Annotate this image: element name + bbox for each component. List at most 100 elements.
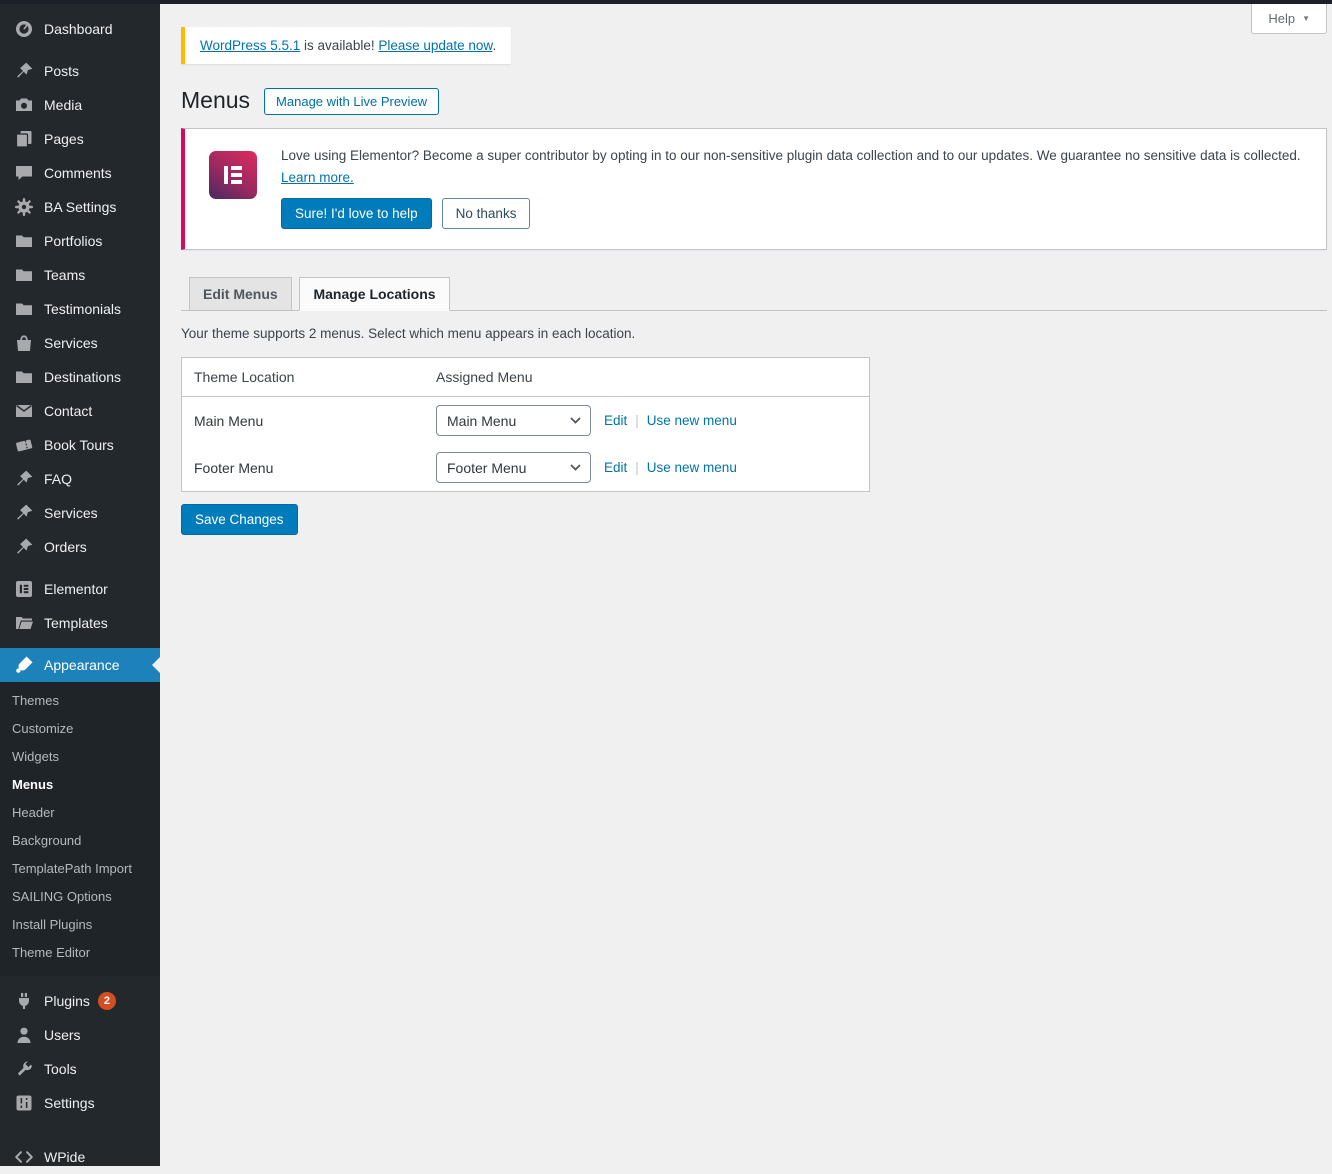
sidebar-item-label: FAQ [44, 471, 72, 487]
sidebar-item-label: Services [44, 505, 98, 521]
theme-location-label: Footer Menu [194, 460, 436, 476]
menu-locations-table: Theme Location Assigned Menu Main MenuMa… [181, 357, 870, 492]
sidebar-item-label: Tools [44, 1061, 77, 1077]
sidebar-item-label: Contact [44, 403, 92, 419]
assigned-menu-select[interactable]: Main Menu [436, 405, 591, 436]
help-label: Help [1268, 11, 1295, 26]
pushpin-icon [14, 61, 34, 81]
admin-bar-remnant [0, 0, 1332, 4]
assigned-menu-select[interactable]: Footer Menu [436, 452, 591, 483]
sidebar-item-elementor[interactable]: Elementor [0, 572, 160, 606]
sidebar-item-label: Plugins [44, 993, 90, 1009]
wordpress-version-link[interactable]: WordPress 5.5.1 [200, 38, 300, 53]
sidebar-item-label: Services [44, 335, 98, 351]
plug-icon [14, 991, 34, 1011]
sidebar-item-label: Book Tours [44, 437, 114, 453]
link-separator: | [635, 413, 639, 428]
sidebar-item-wpide[interactable]: WPide [0, 1140, 160, 1174]
learn-more-link[interactable]: Learn more. [281, 170, 354, 185]
locations-description: Your theme supports 2 menus. Select whic… [181, 326, 1327, 341]
help-menu-toggle[interactable]: Help ▼ [1251, 4, 1327, 34]
camera-icon [14, 95, 34, 115]
sidebar-item-posts[interactable]: Posts [0, 54, 160, 88]
sidebar-item-portfolios[interactable]: Portfolios [0, 224, 160, 258]
sidebar-item-label: Users [44, 1027, 81, 1043]
sidebar-item-label: Elementor [44, 581, 108, 597]
submenu-item-templatepath-import[interactable]: TemplatePath Import [0, 855, 160, 883]
folder-icon [14, 299, 34, 319]
sidebar-item-plugins[interactable]: Plugins2 [0, 984, 160, 1018]
submenu-item-header[interactable]: Header [0, 799, 160, 827]
location-row-footer-menu: Footer Menu Footer Menu Edit | Use new menu [182, 444, 869, 491]
sidebar-item-templates[interactable]: Templates [0, 606, 160, 640]
sidebar-item-label: Testimonials [44, 301, 121, 317]
sidebar-item-users[interactable]: Users [0, 1018, 160, 1052]
chevron-down-icon: ▼ [1302, 14, 1310, 23]
submenu-item-menus[interactable]: Menus [0, 771, 160, 799]
templates-icon [14, 613, 34, 633]
sidebar-item-book-tours[interactable]: Book Tours [0, 428, 160, 462]
link-separator: | [635, 460, 639, 475]
use-new-menu-link[interactable]: Use new menu [647, 413, 737, 428]
sidebar-item-label: Comments [44, 165, 112, 181]
sidebar-item-label: Pages [44, 131, 84, 147]
submenu-item-themes[interactable]: Themes [0, 687, 160, 715]
sidebar-item-ba-settings[interactable]: BA Settings [0, 190, 160, 224]
sidebar-item-label: WPide [44, 1149, 85, 1165]
tab-manage-locations[interactable]: Manage Locations [299, 277, 449, 311]
sidebar-item-testimonials[interactable]: Testimonials [0, 292, 160, 326]
sidebar-item-faq[interactable]: FAQ [0, 462, 160, 496]
folder-icon [14, 231, 34, 251]
submenu-item-install-plugins[interactable]: Install Plugins [0, 911, 160, 939]
pushpin-icon [14, 469, 34, 489]
sidebar-item-dashboard[interactable]: Dashboard [0, 12, 160, 46]
use-new-menu-link[interactable]: Use new menu [647, 460, 737, 475]
sidebar-item-label: Orders [44, 539, 87, 555]
select-chevron-icon [570, 464, 581, 471]
table-body: Main MenuMain MenuEdit|Use new menuFoote… [182, 397, 869, 491]
sidebar-item-pages[interactable]: Pages [0, 122, 160, 156]
ticket-icon [14, 435, 34, 455]
sidebar-item-label: BA Settings [44, 199, 116, 215]
elementor-decline-button[interactable]: No thanks [442, 198, 531, 229]
submenu-item-widgets[interactable]: Widgets [0, 743, 160, 771]
selected-menu-value: Main Menu [447, 413, 516, 429]
sidebar-item-label: Destinations [44, 369, 121, 385]
manage-with-live-preview-button[interactable]: Manage with Live Preview [264, 88, 439, 115]
sidebar-item-destinations[interactable]: Destinations [0, 360, 160, 394]
email-icon [14, 401, 34, 421]
sidebar-item-orders[interactable]: Orders [0, 530, 160, 564]
elementor-accept-button[interactable]: Sure! I'd love to help [281, 198, 432, 229]
sidebar-item-label: Media [44, 97, 82, 113]
sidebar-item-appearance[interactable]: Appearance [0, 648, 160, 682]
wrench-icon [14, 1059, 34, 1079]
tab-edit-menus[interactable]: Edit Menus [189, 277, 292, 311]
pushpin-icon [14, 503, 34, 523]
sidebar-item-label: Templates [44, 615, 108, 631]
elementor-notice-body: Love using Elementor? Become a super con… [281, 146, 1301, 229]
sidebar-item-comments[interactable]: Comments [0, 156, 160, 190]
edit-menu-link[interactable]: Edit [604, 413, 627, 428]
save-changes-button[interactable]: Save Changes [181, 504, 298, 535]
selected-menu-value: Footer Menu [447, 460, 526, 476]
submenu-item-background[interactable]: Background [0, 827, 160, 855]
elementor-notice: Love using Elementor? Become a super con… [181, 128, 1327, 250]
main-content: Help ▼ WordPress 5.5.1 is available! Ple… [160, 0, 1332, 1166]
sidebar-separator [0, 1120, 160, 1140]
sidebar-item-settings[interactable]: Settings [0, 1086, 160, 1120]
submenu-item-customize[interactable]: Customize [0, 715, 160, 743]
sidebar-item-teams[interactable]: Teams [0, 258, 160, 292]
sidebar-item-contact[interactable]: Contact [0, 394, 160, 428]
sidebar-item-tools[interactable]: Tools [0, 1052, 160, 1086]
sidebar-item-services[interactable]: Services [0, 496, 160, 530]
column-header-assigned-menu: Assigned Menu [436, 369, 533, 385]
edit-menu-link[interactable]: Edit [604, 460, 627, 475]
sidebar-item-services[interactable]: Services [0, 326, 160, 360]
submenu-item-theme-editor[interactable]: Theme Editor [0, 939, 160, 967]
sidebar-item-media[interactable]: Media [0, 88, 160, 122]
submenu-item-sailing-options[interactable]: SAILING Options [0, 883, 160, 911]
wordpress-update-nag: WordPress 5.5.1 is available! Please upd… [181, 27, 511, 64]
folder-icon [14, 265, 34, 285]
sidebar-item-label: Dashboard [44, 21, 113, 37]
update-now-link[interactable]: Please update now [378, 38, 492, 53]
